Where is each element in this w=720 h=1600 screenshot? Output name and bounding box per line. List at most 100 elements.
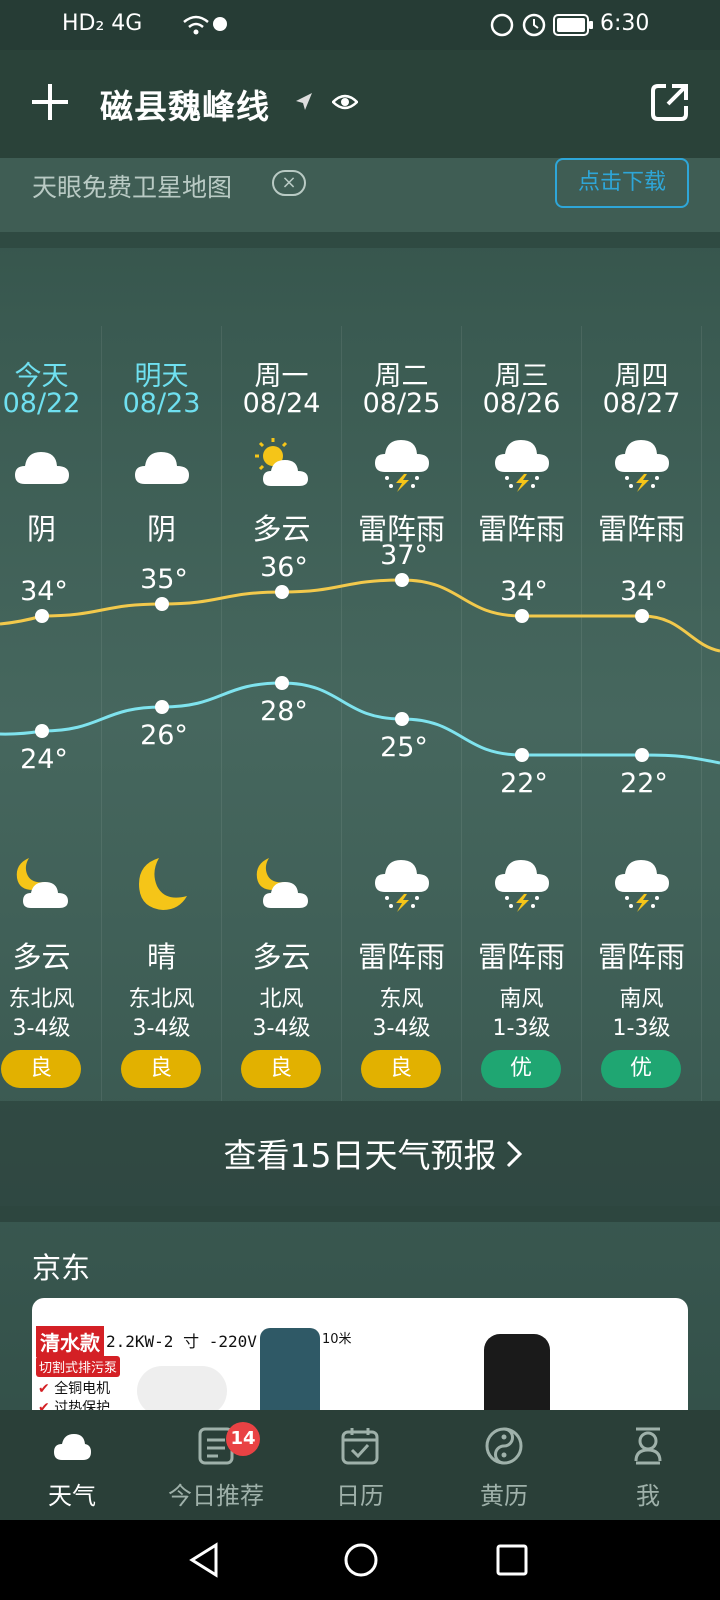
wind-direction: 东北风: [128, 987, 195, 1012]
city-name[interactable]: 磁县魏峰线: [100, 80, 270, 128]
partly-cloudy-night-icon: [16, 858, 68, 908]
ad-close-button[interactable]: ×: [272, 170, 306, 196]
day-date: 08/25: [362, 388, 441, 419]
forecast-15day-label: 查看15日天气预报: [223, 1136, 497, 1175]
day-condition: 阴: [26, 512, 56, 546]
day-condition: 多云: [252, 512, 311, 546]
thunderstorm-icon: [375, 860, 429, 912]
thunderstorm-icon: [495, 440, 549, 492]
back-icon[interactable]: [188, 1542, 220, 1578]
alarm-icon: [490, 13, 546, 37]
wind-level: 3-4级: [372, 1016, 431, 1041]
moon-icon: [139, 858, 187, 910]
thunderstorm-icon: [615, 440, 669, 492]
nav-almanac[interactable]: 黄历: [432, 1410, 576, 1520]
night-condition: 多云: [12, 940, 71, 974]
chevron-right-icon: [506, 1140, 523, 1168]
wind-direction: 东北风: [8, 987, 75, 1012]
day-condition: 雷阵雨: [477, 512, 565, 546]
nav-calendar[interactable]: 日历: [288, 1410, 432, 1520]
share-icon[interactable]: [650, 82, 690, 122]
battery-icon: [553, 14, 593, 36]
night-condition: 晴: [146, 940, 176, 974]
aqi-badge: 优: [601, 1050, 681, 1088]
cloudy-icon: [15, 452, 69, 484]
cloud-icon: [54, 1434, 91, 1460]
partly-cloudy-night-icon: [256, 858, 308, 908]
day-date: 08/24: [242, 388, 321, 419]
thunderstorm-icon: [495, 860, 549, 912]
wind-direction: 南风: [499, 987, 544, 1012]
nav-recommend[interactable]: 今日推荐: [144, 1410, 288, 1520]
day-column[interactable]: 周二 08/25 雷阵雨 雷阵雨 东风 3-4级 良: [342, 326, 462, 1101]
day-condition: 雷阵雨: [597, 512, 685, 546]
forecast-grid[interactable]: 今天 08/22 阴 多云 东北风 3-4级 良明天 08/23 阴 晴 东北风…: [0, 326, 720, 1101]
recents-icon[interactable]: [495, 1543, 529, 1577]
wind-level: 1-3级: [492, 1016, 551, 1041]
eye-icon[interactable]: [332, 92, 358, 112]
ad-feature: ✔ 全铜电机: [38, 1381, 111, 1397]
forecast-15day-button[interactable]: 查看15日天气预报: [0, 1101, 720, 1206]
thunderstorm-icon: [375, 440, 429, 492]
day-column[interactable]: 周三 08/26 雷阵雨 雷阵雨 南风 1-3级 优: [462, 326, 582, 1101]
aqi-badge: 优: [481, 1050, 561, 1088]
nav-label: 我: [636, 1482, 660, 1510]
day-column[interactable]: 周一 08/24 多云 多云 北风 3-4级 良: [222, 326, 342, 1101]
ad-feature: ✔ 过热保护: [38, 1400, 111, 1410]
ad-tag: 清水款: [36, 1326, 104, 1357]
status-bar: HD₂ 4G 6:30: [0, 0, 720, 50]
hose-image: [137, 1366, 227, 1410]
nav-me[interactable]: 我: [576, 1410, 720, 1520]
day-date: 08/23: [122, 388, 201, 419]
cloudy-icon: [135, 452, 189, 484]
add-city-button[interactable]: [30, 82, 70, 122]
nav-label: 黄历: [480, 1482, 528, 1510]
night-condition: 多云: [252, 940, 311, 974]
nav-label: 天气: [48, 1482, 96, 1510]
partly-cloudy-day-icon: [255, 438, 308, 486]
day-column[interactable]: 明天 08/23 阴 晴 东北风 3-4级 良: [102, 326, 222, 1101]
ad-feature: 切割式排污泵: [36, 1356, 121, 1377]
home-icon[interactable]: [343, 1542, 379, 1578]
jd-section-title: 京东: [32, 1251, 91, 1285]
night-condition: 雷阵雨: [597, 940, 685, 974]
wind-level: 3-4级: [132, 1016, 191, 1041]
wind-level: 1-3级: [612, 1016, 671, 1041]
jd-ad-card[interactable]: 清水款 2.2KW-2 寸 -220V 10米 切割式排污泵 ✔ 全铜电机 ✔ …: [32, 1298, 688, 1410]
day-condition: 阴: [146, 512, 176, 546]
wind-level: 3-4级: [12, 1016, 71, 1041]
nav-label: 日历: [336, 1482, 384, 1510]
ad-download-button[interactable]: 点击下载: [555, 158, 689, 208]
bottom-nav: 天气 今日推荐 日历 黄历 我: [0, 1410, 720, 1520]
day-condition: 雷阵雨: [357, 512, 445, 546]
wind-level: 3-4级: [252, 1016, 311, 1041]
clock: 6:30: [600, 11, 650, 36]
network-indicators: HD₂ 4G: [62, 11, 143, 36]
wind-direction: 北风: [259, 987, 304, 1012]
divider: [0, 1206, 720, 1222]
day-date: 08/27: [602, 388, 681, 419]
day-date: 08/22: [2, 388, 81, 419]
aqi-badge: 良: [121, 1050, 201, 1088]
nav-weather[interactable]: 天气: [0, 1410, 144, 1520]
night-condition: 雷阵雨: [477, 940, 565, 974]
pump-image: [484, 1334, 550, 1410]
ad-text[interactable]: 天眼免费卫星地图: [32, 168, 232, 204]
system-nav-bar: [0, 1520, 720, 1600]
calendar-icon: [341, 1428, 379, 1465]
user-icon: [634, 1427, 662, 1465]
wind-direction: 东风: [379, 987, 424, 1012]
day-column[interactable]: 今天 08/22 阴 多云 东北风 3-4级 良: [0, 326, 102, 1101]
wind-direction: 南风: [619, 987, 664, 1012]
aqi-badge: 良: [361, 1050, 441, 1088]
ad-spec: 2.2KW-2 寸 -220V: [106, 1332, 257, 1351]
yinyang-icon: [485, 1427, 523, 1465]
day-column[interactable]: 周四 08/27 雷阵雨 雷阵雨 南风 1-3级 优: [582, 326, 702, 1101]
night-condition: 雷阵雨: [357, 940, 445, 974]
thunderstorm-icon: [615, 860, 669, 912]
location-arrow-icon: [296, 93, 312, 110]
pump-image: [260, 1328, 320, 1410]
ad-length: 10米: [322, 1332, 352, 1347]
notification-badge: 14: [226, 1422, 260, 1456]
nav-label: 今日推荐: [168, 1482, 264, 1510]
